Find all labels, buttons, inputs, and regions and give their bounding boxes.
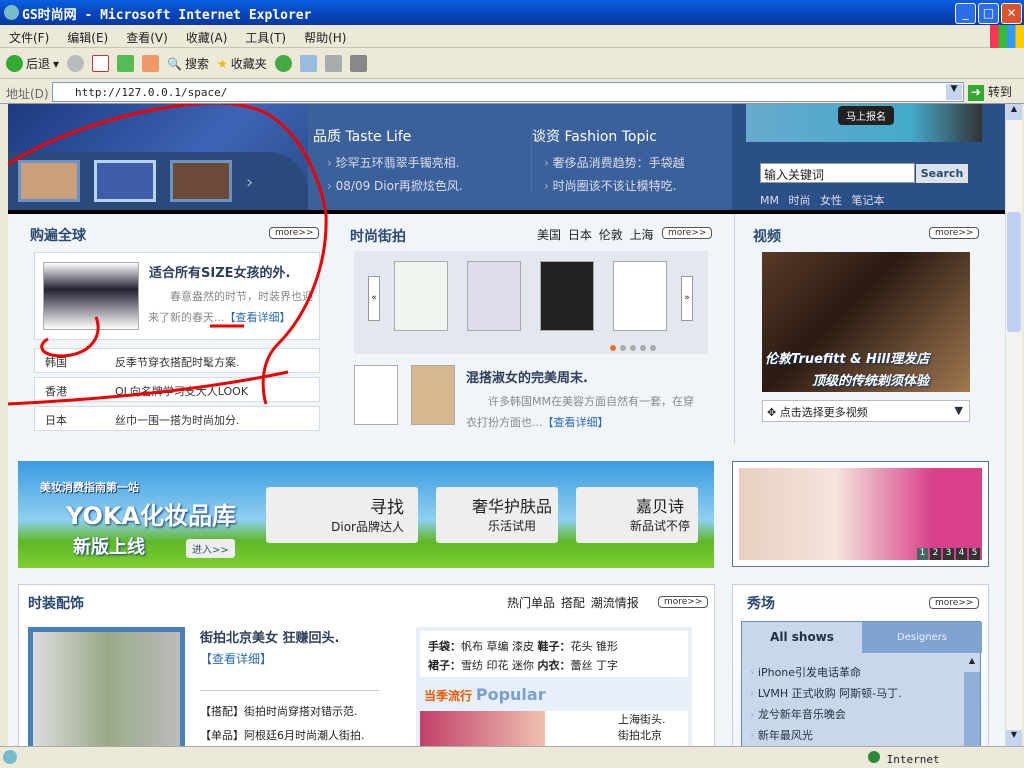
forward-button[interactable] bbox=[67, 55, 85, 72]
menu-favorites[interactable]: 收藏(A) bbox=[177, 25, 237, 46]
go-button[interactable]: ➜ 转到 bbox=[968, 83, 1012, 101]
address-input[interactable]: http://127.0.0.1/space/ bbox=[52, 82, 964, 102]
edit-button[interactable] bbox=[349, 55, 367, 72]
back-arrow-icon bbox=[6, 55, 23, 72]
window-title: GS时尚网 - Microsoft Internet Explorer bbox=[22, 8, 312, 23]
go-arrow-icon: ➜ bbox=[968, 85, 984, 101]
web-page: › 品质 Taste Life 珍罕五环翡翠手镯亮相. 08/09 Dior再掀… bbox=[8, 104, 1005, 746]
windows-logo-icon bbox=[990, 25, 1024, 48]
scroll-down-button[interactable]: ▼ bbox=[1006, 730, 1022, 746]
print-button[interactable] bbox=[324, 55, 342, 72]
address-dropdown[interactable]: ▼ bbox=[946, 84, 962, 100]
address-label: 地址(D) bbox=[6, 87, 49, 101]
home-button[interactable] bbox=[142, 55, 160, 72]
status-bar: Internet bbox=[0, 746, 1024, 768]
internet-zone: Internet bbox=[868, 751, 940, 766]
red-freehand-annotation bbox=[8, 104, 328, 406]
menu-file[interactable]: 文件(F) bbox=[0, 25, 58, 46]
menu-bar: 文件(F) 编辑(E) 查看(V) 收藏(A) 工具(T) 帮助(H) bbox=[0, 25, 1024, 48]
search-button[interactable]: 🔍 搜索 bbox=[167, 55, 209, 72]
minimize-button[interactable]: _ bbox=[955, 3, 976, 24]
maximize-button[interactable]: □ bbox=[978, 3, 999, 24]
magnifier-icon: 🔍 bbox=[167, 56, 182, 71]
page-icon bbox=[3, 750, 17, 764]
menu-edit[interactable]: 编辑(E) bbox=[58, 25, 117, 46]
close-button[interactable]: ✕ bbox=[1001, 3, 1022, 24]
menu-tools[interactable]: 工具(T) bbox=[236, 25, 295, 46]
globe-icon bbox=[868, 751, 880, 763]
menu-help[interactable]: 帮助(H) bbox=[295, 25, 355, 46]
ie-icon bbox=[4, 5, 19, 20]
page-scrollbar[interactable]: ▲ ▼ bbox=[1005, 104, 1022, 746]
scroll-up-button[interactable]: ▲ bbox=[1006, 104, 1022, 120]
stop-button[interactable] bbox=[92, 55, 110, 72]
star-icon: ★ bbox=[217, 56, 228, 71]
menu-view[interactable]: 查看(V) bbox=[117, 25, 177, 46]
address-bar: 地址(D) http://127.0.0.1/space/ ▼ ➜ 转到 bbox=[0, 80, 1024, 104]
mail-button[interactable] bbox=[299, 55, 317, 72]
history-button[interactable] bbox=[274, 55, 292, 72]
scroll-thumb[interactable] bbox=[1007, 212, 1021, 332]
back-button[interactable]: 后退 ▾ bbox=[6, 55, 59, 72]
favorites-button[interactable]: ★ 收藏夹 bbox=[217, 55, 267, 72]
toolbar: 后退 ▾ 🔍 搜索 ★ 收藏夹 bbox=[0, 49, 1024, 79]
title-bar: GS时尚网 - Microsoft Internet Explorer bbox=[0, 0, 1024, 25]
refresh-button[interactable] bbox=[117, 55, 135, 72]
